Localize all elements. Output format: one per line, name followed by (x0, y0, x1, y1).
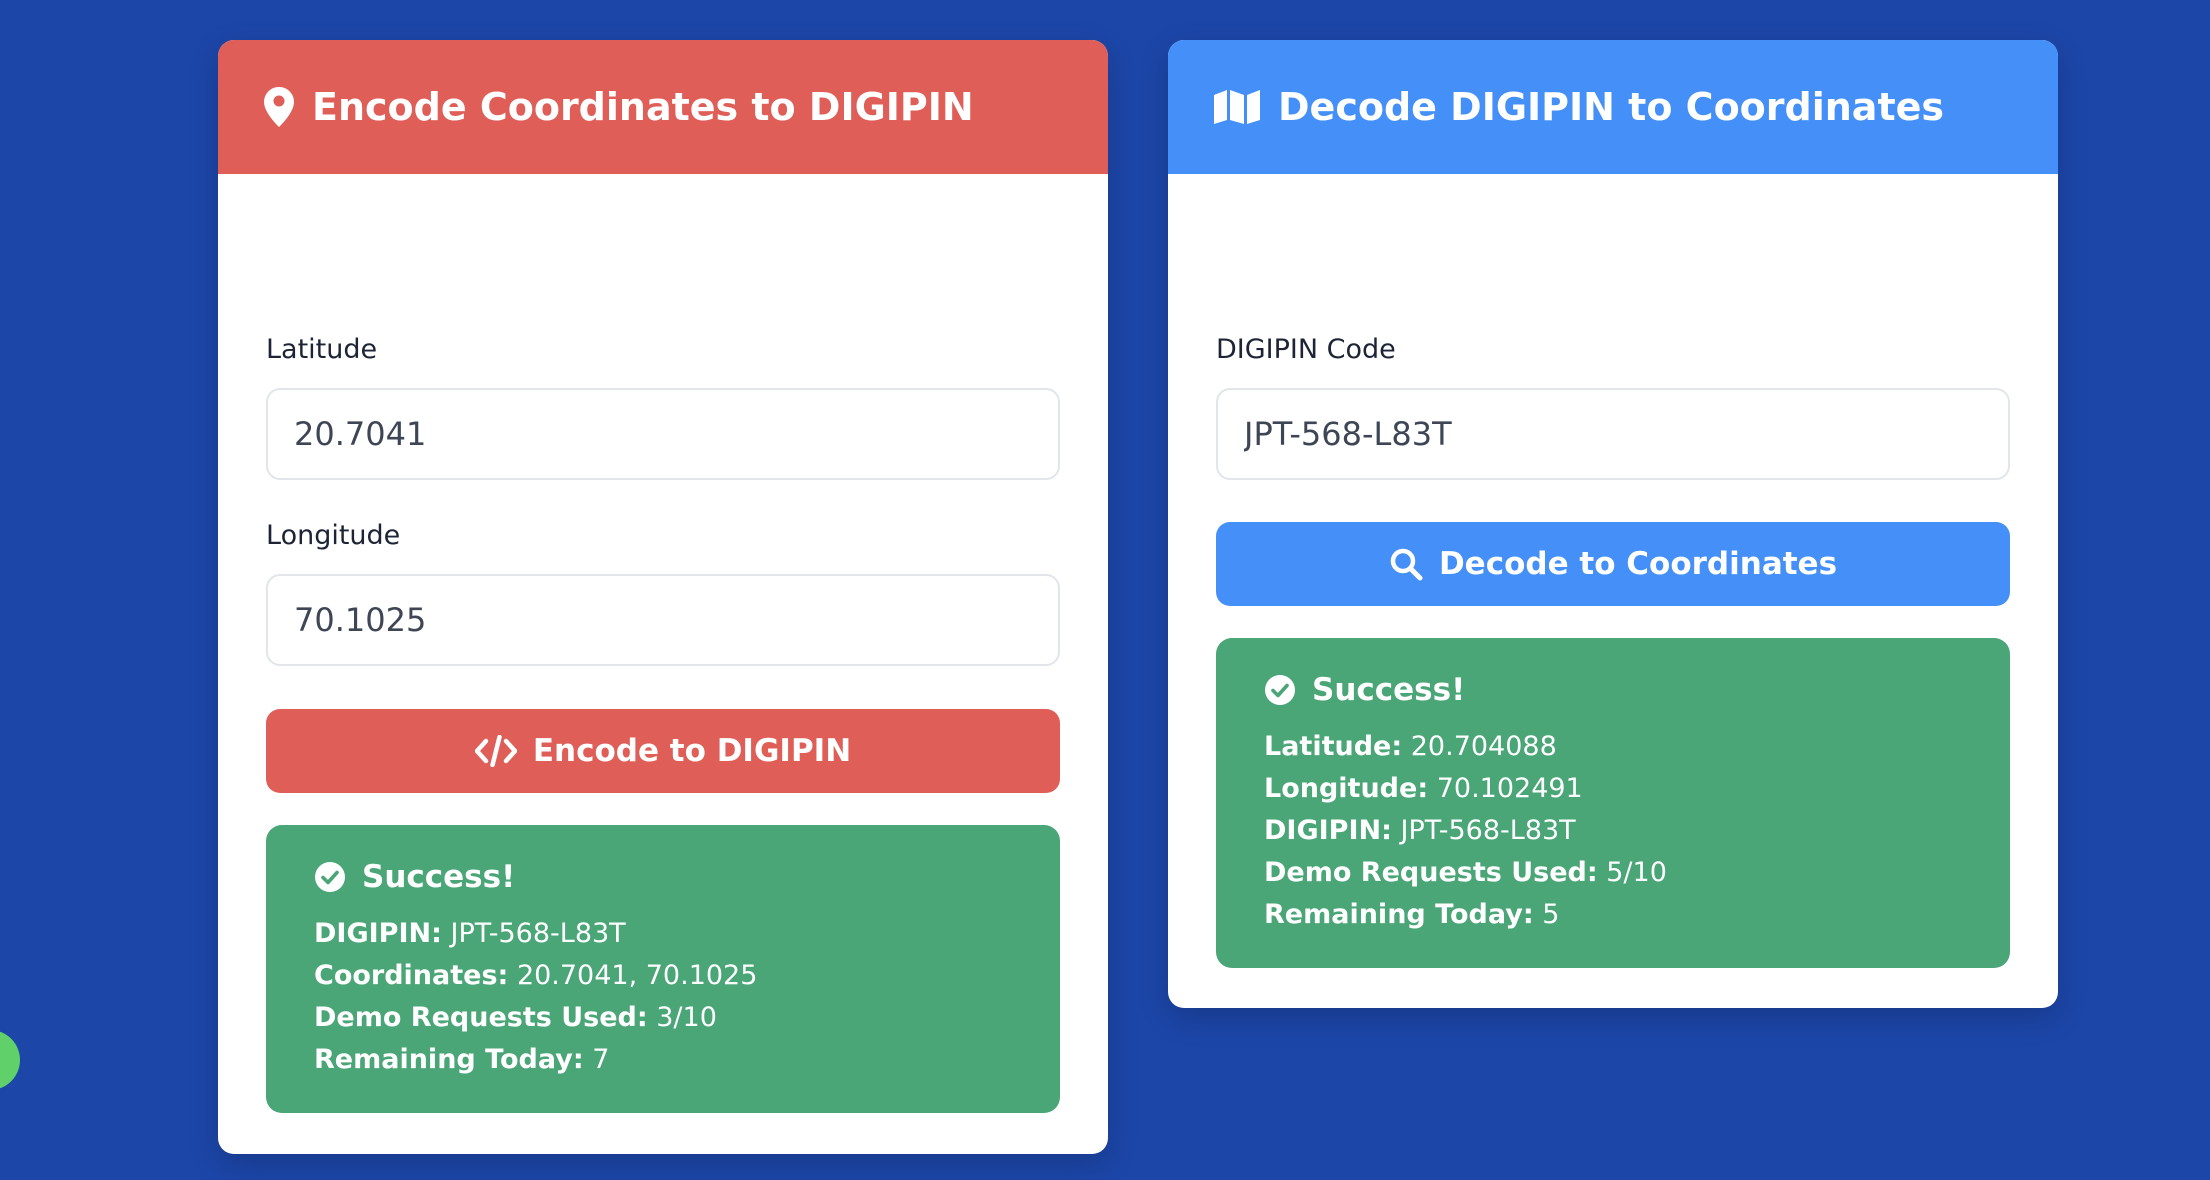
floating-action-circle[interactable] (0, 1030, 20, 1090)
decode-result-longitude: Longitude: 70.102491 (1264, 773, 1583, 804)
decode-card-header: Decode DIGIPIN to Coordinates (1168, 40, 2058, 174)
decode-card-title: Decode DIGIPIN to Coordinates (1278, 85, 1945, 129)
latitude-label: Latitude (266, 334, 378, 365)
encode-result-remaining: Remaining Today: 7 (314, 1044, 610, 1075)
decode-button[interactable]: Decode to Coordinates (1216, 522, 2010, 606)
digipin-code-label: DIGIPIN Code (1216, 334, 1396, 365)
encode-result-requests-used: Demo Requests Used: 3/10 (314, 1002, 717, 1033)
decode-result-remaining: Remaining Today: 5 (1264, 899, 1560, 930)
encode-result-coordinates: Coordinates: 20.7041, 70.1025 (314, 960, 758, 991)
search-icon (1389, 547, 1423, 581)
encode-button[interactable]: Encode to DIGIPIN (266, 709, 1060, 793)
decode-result-requests-used: Demo Requests Used: 5/10 (1264, 857, 1667, 888)
longitude-input[interactable] (266, 574, 1060, 666)
map-icon (1214, 89, 1260, 125)
encode-card: Encode Coordinates to DIGIPIN Latitude L… (218, 40, 1108, 1154)
code-icon (474, 735, 517, 767)
encode-button-label: Encode to DIGIPIN (532, 733, 852, 769)
encode-result-digipin: DIGIPIN: JPT-568-L83T (314, 918, 626, 949)
longitude-label: Longitude (266, 520, 401, 551)
latitude-input[interactable] (266, 388, 1060, 480)
map-marker-icon (264, 87, 294, 127)
decode-result-title-text: Success! (1312, 672, 1466, 708)
encode-card-header: Encode Coordinates to DIGIPIN (218, 40, 1108, 174)
check-circle-icon (1264, 674, 1296, 706)
encode-result-title-text: Success! (362, 859, 516, 895)
decode-result-latitude: Latitude: 20.704088 (1264, 731, 1557, 762)
encode-result-box: Success! DIGIPIN: JPT-568-L83T Coordinat… (266, 825, 1060, 1113)
decode-button-label: Decode to Coordinates (1438, 546, 1838, 582)
decode-card: Decode DIGIPIN to Coordinates DIGIPIN Co… (1168, 40, 2058, 1008)
encode-card-title: Encode Coordinates to DIGIPIN (312, 85, 974, 129)
digipin-code-input[interactable] (1216, 388, 2010, 480)
check-circle-icon (314, 861, 346, 893)
decode-result-box: Success! Latitude: 20.704088 Longitude: … (1216, 638, 2010, 968)
decode-result-title: Success! (1264, 668, 1962, 712)
decode-result-digipin: DIGIPIN: JPT-568-L83T (1264, 815, 1576, 846)
encode-result-title: Success! (314, 855, 1012, 899)
